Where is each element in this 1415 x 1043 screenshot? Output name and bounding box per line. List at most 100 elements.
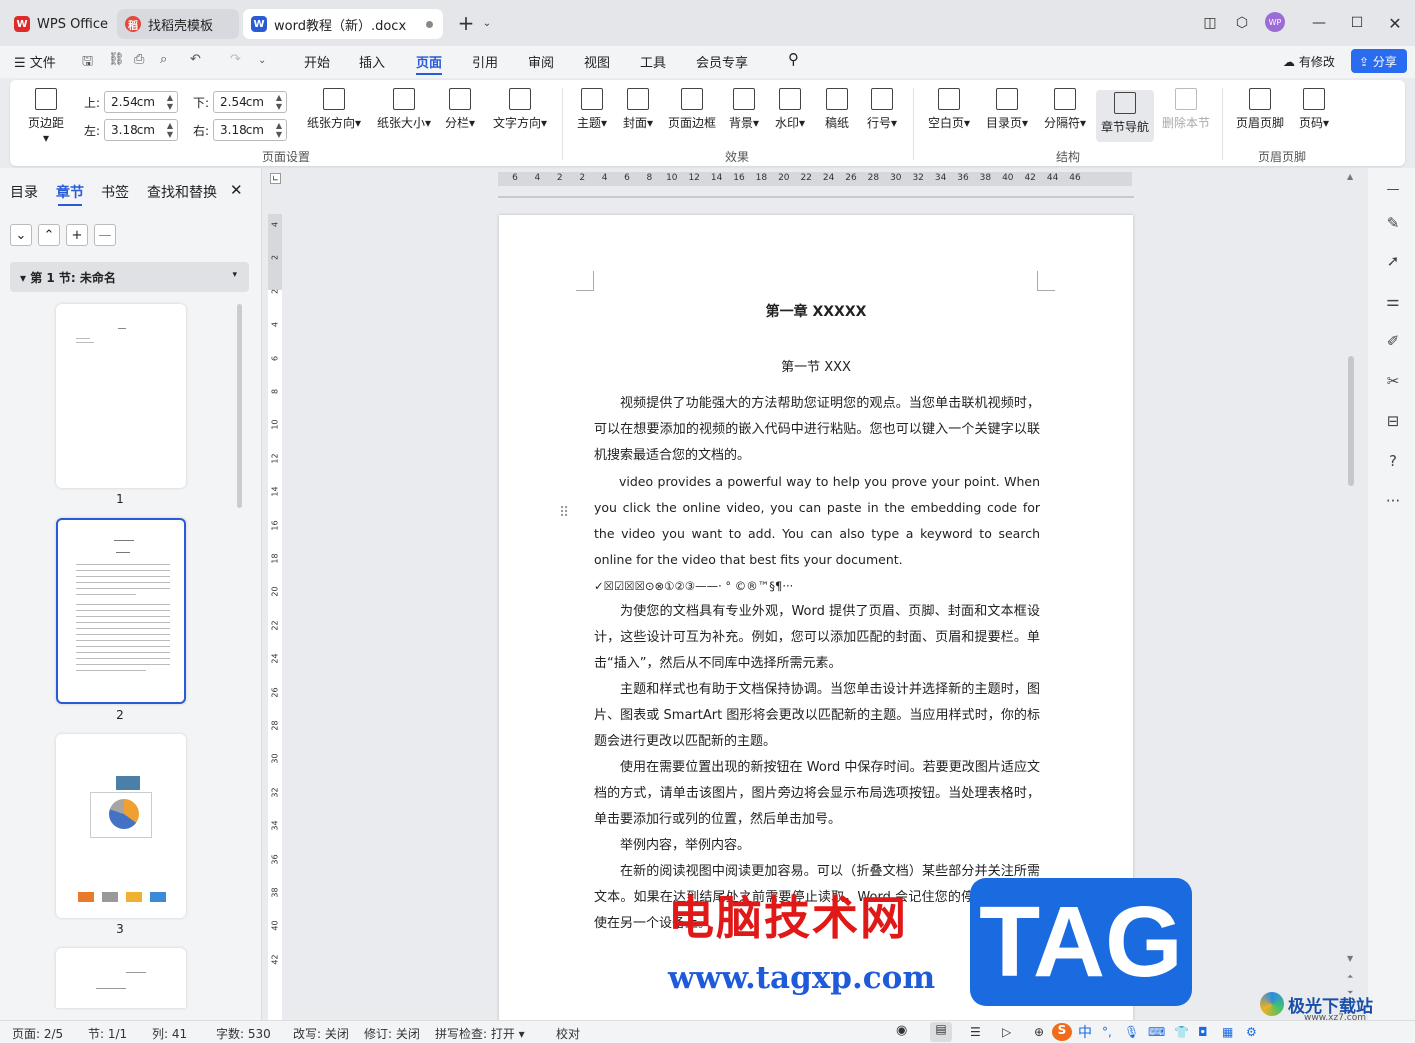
tab-toc[interactable]: 目录 <box>10 182 38 202</box>
menu-reference[interactable]: 引用 <box>472 52 498 71</box>
panel-scrollbar[interactable] <box>237 304 242 508</box>
section-nav-button[interactable]: 章节导航 <box>1096 90 1154 142</box>
keyboard-icon[interactable]: ⌨ <box>1148 1025 1165 1039</box>
drag-handle-icon[interactable]: ⠿ <box>559 505 569 521</box>
delete-section-button[interactable]: 删除本节 <box>1158 88 1214 131</box>
pen-icon[interactable]: ✎ <box>1384 214 1402 232</box>
stepper-icon[interactable]: ▲ ▼ <box>276 93 282 111</box>
page-number-button[interactable]: 页码▾ <box>1294 88 1334 131</box>
status-page[interactable]: 页面: 2/5 <box>12 1025 63 1042</box>
ruler-corner-icon[interactable]: ∟ <box>270 173 281 184</box>
ime-chinese-icon[interactable]: 中 <box>1078 1022 1092 1042</box>
cube-icon[interactable]: ⬡ <box>1231 12 1253 34</box>
stepper-icon[interactable]: ▲ ▼ <box>167 121 173 139</box>
close-icon[interactable]: ✕ <box>230 181 243 199</box>
page-thumbnail-4[interactable] <box>56 948 186 1008</box>
status-proofread[interactable]: 校对 <box>556 1025 580 1042</box>
quick-access-chevron-icon[interactable]: ⌄ <box>258 55 266 66</box>
page-border-button[interactable]: 页面边框 <box>664 88 720 131</box>
file-menu[interactable]: ☰ 文件 <box>14 52 56 71</box>
toolbox-icon[interactable]: ▦ <box>1222 1025 1233 1039</box>
separator-button[interactable]: 分隔符▾ <box>1040 88 1090 131</box>
tab-find-replace[interactable]: 查找和替换 <box>147 182 217 202</box>
expand-up-icon[interactable]: ⌃ <box>38 224 60 246</box>
select-cursor-icon[interactable]: ➚ <box>1384 252 1402 270</box>
mic-icon[interactable]: 🎙 <box>1124 1025 1139 1039</box>
tab-template[interactable]: 稻 找稻壳模板 <box>117 9 239 39</box>
blank-page-button[interactable]: 空白页▾ <box>924 88 974 131</box>
scroll-down-icon[interactable]: ▼ <box>1347 954 1353 963</box>
status-column[interactable]: 列: 41 <box>152 1025 187 1042</box>
line-number-button[interactable]: 行号▾ <box>862 88 902 131</box>
tools-icon[interactable]: ✂ <box>1384 372 1402 390</box>
status-word-count[interactable]: 字数: 530 <box>216 1025 271 1042</box>
redo-icon[interactable]: ↷ <box>230 52 241 67</box>
outline-view-icon[interactable]: ☰ <box>970 1025 981 1039</box>
share-button[interactable]: ⇪ 分享 <box>1351 49 1407 73</box>
tab-chapter[interactable]: 章节 <box>56 182 84 202</box>
minimize-icon[interactable]: — <box>1308 12 1330 34</box>
margins-button[interactable]: 页边距 ▾ <box>24 88 68 145</box>
background-button[interactable]: 背景▾ <box>724 88 764 131</box>
watermark-button[interactable]: 水印▾ <box>770 88 810 131</box>
paper-size-button[interactable]: 纸张大小▾ <box>374 88 434 131</box>
ime-punct-icon[interactable]: °, <box>1102 1025 1112 1039</box>
cover-button[interactable]: 封面▾ <box>618 88 658 131</box>
eye-protect-icon[interactable]: ◉ <box>896 1023 907 1038</box>
book-icon[interactable]: ⊟ <box>1384 412 1402 430</box>
manuscript-button[interactable]: 稿纸 <box>820 88 854 131</box>
save-icon[interactable]: 🖫 <box>82 52 93 74</box>
add-section-icon[interactable]: + <box>66 224 88 246</box>
remove-section-icon[interactable]: — <box>94 224 116 246</box>
page-thumbnail-3[interactable] <box>56 734 186 918</box>
web-view-icon[interactable]: ⊕ <box>1034 1025 1044 1039</box>
scroll-up-icon[interactable]: ▲ <box>1347 172 1353 181</box>
text-direction-button[interactable]: 文字方向▾ <box>488 88 552 131</box>
adjust-icon[interactable]: ⚌ <box>1384 292 1402 310</box>
close-icon[interactable]: ✕ <box>1384 12 1406 34</box>
print-preview-icon[interactable]: ⌕ <box>160 52 167 67</box>
top-margin-input[interactable]: 2.54 cm ▲ ▼ <box>104 91 178 113</box>
toc-page-button[interactable]: 目录页▾ <box>982 88 1032 131</box>
collapse-icon[interactable]: — <box>1384 182 1402 200</box>
menu-page[interactable]: 页面 <box>416 52 442 71</box>
menu-view[interactable]: 视图 <box>584 52 610 71</box>
tab-bookmark[interactable]: 书签 <box>101 182 129 202</box>
bottom-margin-input[interactable]: 2.54 cm ▲ ▼ <box>213 91 287 113</box>
stepper-icon[interactable]: ▲ ▼ <box>276 121 282 139</box>
status-section[interactable]: 节: 1/1 <box>88 1025 127 1042</box>
scroll-thumb[interactable] <box>1348 356 1354 486</box>
undo-icon[interactable]: ↶ <box>190 52 201 67</box>
right-margin-input[interactable]: 3.18 cm ▲ ▼ <box>213 119 287 141</box>
page-thumbnail-2[interactable] <box>56 518 186 704</box>
menu-member[interactable]: 会员专享 <box>696 52 748 71</box>
modified-indicator[interactable]: ☁ 有修改 <box>1283 53 1335 70</box>
link-icon[interactable]: ⛓ <box>108 52 125 67</box>
menu-review[interactable]: 审阅 <box>528 52 554 71</box>
header-footer-button[interactable]: 页眉页脚 <box>1232 88 1288 131</box>
game-icon[interactable]: ◘ <box>1198 1025 1208 1039</box>
new-tab-icon[interactable]: + <box>455 11 477 35</box>
layout-icon[interactable]: ◫ <box>1199 12 1221 34</box>
print-icon[interactable]: ⎙ <box>134 52 144 67</box>
page-thumbnail-1[interactable] <box>56 304 186 488</box>
section-header[interactable]: ▾ 第 1 节: 未命名 ▾ <box>10 262 249 292</box>
expand-down-icon[interactable]: ⌄ <box>10 224 32 246</box>
avatar[interactable]: WP <box>1265 12 1285 32</box>
unsaved-dot-icon[interactable] <box>426 21 433 28</box>
play-icon[interactable]: ▷ <box>1002 1025 1011 1039</box>
status-revision[interactable]: 修订: 关闭 <box>364 1025 420 1042</box>
help-icon[interactable]: ? <box>1384 452 1402 470</box>
more-icon[interactable]: ··· <box>1384 492 1402 510</box>
menu-insert[interactable]: 插入 <box>359 52 385 71</box>
status-overtype[interactable]: 改写: 关闭 <box>293 1025 349 1042</box>
menu-start[interactable]: 开始 <box>304 52 330 71</box>
page-view-icon[interactable]: ▤ <box>930 1022 952 1042</box>
orientation-button[interactable]: 纸张方向▾ <box>304 88 364 131</box>
status-spell-check[interactable]: 拼写检查: 打开 ▾ <box>435 1025 525 1042</box>
maximize-icon[interactable]: ☐ <box>1346 12 1368 34</box>
columns-button[interactable]: 分栏▾ <box>440 88 480 131</box>
tab-wps-office[interactable]: W WPS Office <box>6 9 112 39</box>
sogou-ime-icon[interactable]: S <box>1052 1023 1072 1041</box>
chevron-down-icon[interactable]: ⌄ <box>476 12 498 34</box>
